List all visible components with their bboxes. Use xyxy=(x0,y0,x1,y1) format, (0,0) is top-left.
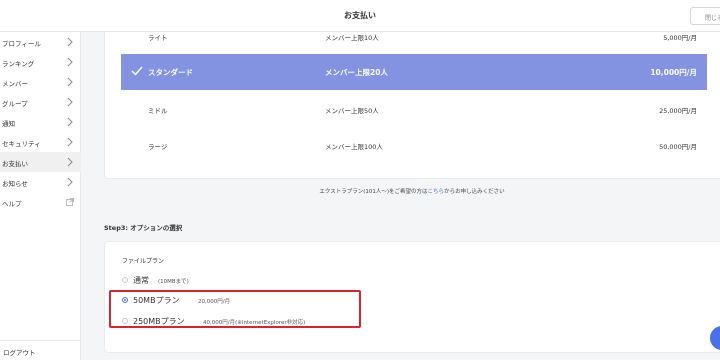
extra-plan-note: エクストラプラン(101人〜)をご希望の方はこちらからお申し込みください xyxy=(319,189,505,195)
sidebar-item-profile[interactable]: プロフィール xyxy=(0,32,81,52)
plan-members: メンバー上限10人 xyxy=(325,34,379,42)
chevron-right-icon xyxy=(67,157,73,167)
sidebar-item-label: ヘルプ xyxy=(2,200,22,208)
chevron-right-icon xyxy=(67,177,73,187)
close-button[interactable]: 閉じる xyxy=(690,7,720,25)
extra-plan-link[interactable]: こちら xyxy=(428,189,445,195)
chevron-right-icon xyxy=(67,77,73,87)
chevron-right-icon xyxy=(67,37,73,47)
sidebar-item-help[interactable]: ヘルプ xyxy=(0,192,81,212)
option-name: 通常 xyxy=(133,276,149,285)
chevron-right-icon xyxy=(67,97,73,107)
sidebar-item-label: プロフィール xyxy=(2,40,41,48)
highlight-box xyxy=(109,290,361,328)
plan-members: メンバー上限100人 xyxy=(325,143,383,151)
sidebar-item-announcements[interactable]: お知らせ xyxy=(0,172,81,192)
step3-title: Step3: オプションの選択 xyxy=(104,224,183,232)
sidebar-item-label: セキュリティ xyxy=(2,140,41,148)
plan-table-card: ライト メンバー上限10人 5,000円/月 スタンダード メンバー上限20人 … xyxy=(104,32,720,179)
header-bar: お支払い 閉じる xyxy=(0,0,720,32)
file-plan-label: ファイルプラン xyxy=(122,258,165,265)
chevron-right-icon xyxy=(67,117,73,127)
sidebar-item-label: メンバー xyxy=(2,80,28,88)
plan-price: 50,000円/月 xyxy=(659,143,697,151)
plan-name: ラージ xyxy=(148,143,168,151)
chevron-right-icon xyxy=(67,137,73,147)
sidebar-item-payment[interactable]: お支払い xyxy=(0,152,81,172)
sidebar-item-label: グループ xyxy=(2,100,28,108)
logout-button[interactable]: ログアウト xyxy=(0,340,81,360)
sidebar-item-groups[interactable]: グループ xyxy=(0,92,81,112)
plan-members: メンバー上限50人 xyxy=(325,107,379,115)
plan-row-middle[interactable]: ミドル メンバー上限50人 25,000円/月 xyxy=(121,105,707,125)
option-detail: (10MBまで) xyxy=(158,279,189,285)
sidebar-item-members[interactable]: メンバー xyxy=(0,72,81,92)
external-link-icon xyxy=(66,198,74,206)
sidebar-item-label: 通知 xyxy=(2,120,15,128)
plan-name: ライト xyxy=(148,34,168,42)
plan-price: 10,000円/月 xyxy=(650,68,697,77)
chevron-right-icon xyxy=(67,57,73,67)
sidebar-item-notifications[interactable]: 通知 xyxy=(0,112,81,132)
sidebar-item-security[interactable]: セキュリティ xyxy=(0,132,81,152)
sidebar-item-label: お知らせ xyxy=(2,180,28,188)
page-title: お支払い xyxy=(344,11,376,20)
plan-name: ミドル xyxy=(148,107,168,115)
plan-price: 5,000円/月 xyxy=(663,34,697,42)
radio-button[interactable] xyxy=(122,277,128,283)
sidebar-item-ranking[interactable]: ランキング xyxy=(0,52,81,72)
plan-name: スタンダード xyxy=(148,68,193,77)
sidebar-item-label: お支払い xyxy=(2,160,28,168)
check-icon xyxy=(131,66,143,76)
plan-price: 25,000円/月 xyxy=(659,107,697,115)
sidebar: プロフィール ランキング メンバー グループ 通知 セキュリティ お支払い お知… xyxy=(0,32,81,360)
plan-members: メンバー上限20人 xyxy=(325,68,388,77)
plan-row-standard[interactable]: スタンダード メンバー上限20人 10,000円/月 xyxy=(121,54,707,90)
plan-row-light[interactable]: ライト メンバー上限10人 5,000円/月 xyxy=(121,32,707,52)
plan-row-large[interactable]: ラージ メンバー上限100人 50,000円/月 xyxy=(121,141,707,161)
sidebar-item-label: ランキング xyxy=(2,60,35,68)
